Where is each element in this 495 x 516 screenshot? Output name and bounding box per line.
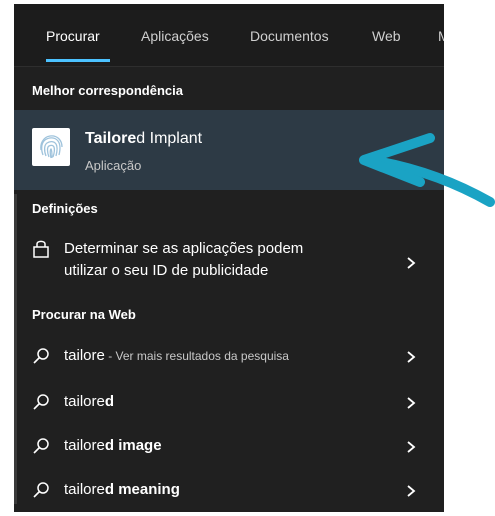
chevron-right-icon — [407, 397, 416, 409]
app-type-label: Aplicação — [85, 158, 142, 173]
web-search-header: Procurar na Web — [32, 307, 136, 322]
settings-header: Definições — [32, 201, 98, 216]
search-icon — [33, 394, 49, 410]
tab-aplicacoes[interactable]: Aplicações — [141, 28, 209, 44]
web-result-text: tailore - Ver mais resultados da pesquis… — [64, 347, 289, 364]
lock-icon — [33, 240, 49, 258]
chevron-right-icon — [407, 257, 416, 269]
web-result-item[interactable]: tailored — [14, 390, 444, 416]
tab-web[interactable]: Web — [372, 28, 401, 44]
annotation-arrow — [359, 133, 495, 207]
fingerprint-icon — [32, 128, 70, 166]
best-match-header: Melhor correspondência — [32, 83, 183, 98]
chevron-right-icon — [407, 485, 416, 497]
search-icon — [33, 482, 49, 498]
search-panel: Procurar Aplicações Documentos Web M Mel… — [14, 4, 444, 512]
web-result-item[interactable]: tailore - Ver mais resultados da pesquis… — [14, 344, 444, 370]
web-result-item[interactable]: tailored meaning — [14, 478, 444, 504]
search-icon — [33, 348, 49, 364]
web-result-text: tailored meaning — [64, 481, 180, 498]
search-icon — [33, 438, 49, 454]
active-tab-indicator — [46, 59, 110, 62]
web-result-text: tailored image — [64, 437, 162, 454]
app-title: Tailored Implant — [85, 130, 203, 147]
tab-procurar[interactable]: Procurar — [46, 28, 100, 44]
search-tabs: Procurar Aplicações Documentos Web M — [14, 4, 444, 67]
tab-documentos[interactable]: Documentos — [250, 28, 329, 44]
web-result-item[interactable]: tailored image — [14, 434, 444, 460]
chevron-right-icon — [407, 441, 416, 453]
settings-advertising-id-item[interactable]: Determinar se as aplicações podem utiliz… — [14, 232, 444, 290]
tab-more[interactable]: M — [438, 28, 444, 44]
chevron-right-icon — [407, 351, 416, 363]
web-result-text: tailored — [64, 393, 115, 410]
settings-item-text: Determinar se as aplicações podem utiliz… — [64, 240, 304, 279]
